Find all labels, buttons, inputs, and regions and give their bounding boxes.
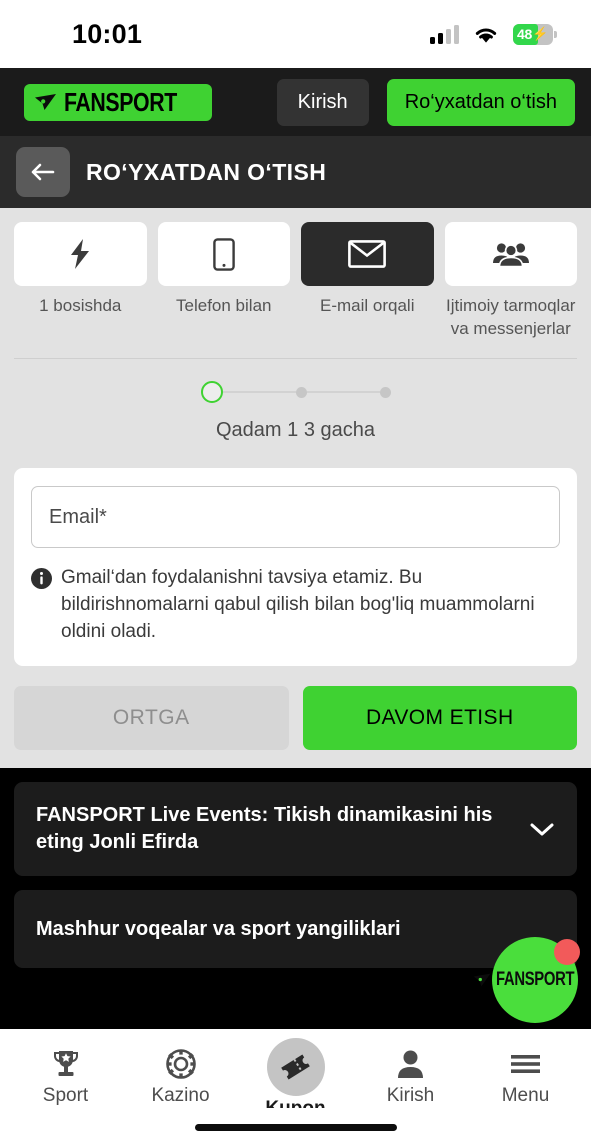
continue-button[interactable]: DAVOM ETISH — [302, 686, 577, 751]
nav-sport-icon-wrap — [51, 1047, 81, 1081]
stepper-track — [200, 381, 391, 404]
wifi-icon — [475, 28, 497, 43]
person-icon — [398, 1050, 423, 1078]
status-indicators: 48 ⚡ — [430, 23, 557, 45]
trophy-icon — [53, 1050, 78, 1076]
fansport-mark-icon — [35, 94, 56, 110]
back-step-button[interactable]: ORTGA — [14, 686, 289, 751]
fab-label: FANSPORT — [496, 969, 575, 990]
registration-form-card: Gmail‘dan foydalanishni tavsiya etamiz. … — [14, 468, 577, 667]
fab-notification-badge — [554, 939, 580, 965]
status-time: 10:01 — [72, 18, 143, 49]
tab-email-box — [301, 222, 434, 286]
registration-method-tabs: 1 bosishda Telefon bilan E-mail orqali I… — [0, 208, 591, 340]
stepper-step-2[interactable] — [295, 386, 307, 398]
battery-icon: 48 ⚡ — [513, 23, 557, 45]
login-button[interactable]: Kirish — [276, 78, 369, 126]
fansport-floating-button[interactable]: FANSPORT — [474, 937, 580, 1023]
stepper-caption: Qadam 1 3 gacha — [216, 419, 375, 442]
nav-item-kirish[interactable]: Kirish — [353, 1047, 468, 1107]
nav-item-sport[interactable]: Sport — [8, 1047, 123, 1107]
back-navigation-button[interactable] — [16, 147, 70, 197]
stepper-line-2 — [306, 391, 380, 394]
tab-one-click[interactable]: 1 bosishda — [14, 222, 147, 340]
bottom-navigation: Sport Kazino Kirish Menu — [0, 1029, 591, 1119]
page-title: RO‘YXATDAN O‘TISH — [86, 158, 327, 185]
tab-phone-box — [157, 222, 290, 286]
arrow-left-icon — [31, 163, 55, 181]
envelope-icon — [348, 240, 387, 268]
people-group-icon — [492, 243, 529, 268]
cellular-signal-icon — [430, 24, 459, 44]
nav-kazino-label: Kazino — [151, 1085, 210, 1106]
nav-kirish-label: Kirish — [386, 1085, 435, 1106]
tab-email[interactable]: E-mail orqali — [301, 222, 434, 340]
status-bar: 10:01 48 ⚡ — [0, 0, 591, 68]
info-icon — [31, 568, 52, 590]
tab-social-box — [444, 222, 577, 286]
phone-icon — [212, 237, 235, 271]
charging-bolt-icon: ⚡ — [531, 26, 549, 41]
casino-chip-icon — [165, 1049, 196, 1079]
register-button[interactable]: Ro‘yxatdan o‘tish — [386, 78, 575, 126]
form-actions: ORTGA DAVOM ETISH — [0, 666, 591, 751]
stepper-step-1[interactable] — [200, 381, 223, 404]
lightning-bolt-icon — [71, 239, 90, 269]
hamburger-menu-icon — [511, 1055, 540, 1073]
fansport-mark-icon — [474, 973, 491, 987]
fab-content: FANSPORT — [473, 969, 591, 991]
email-hint: Gmail‘dan foydalanishni tavsiya etamiz. … — [31, 565, 560, 646]
email-hint-text: Gmail‘dan foydalanishni tavsiya etamiz. … — [61, 567, 535, 643]
fansport-logo[interactable]: FANSPORT — [24, 83, 212, 121]
nav-sport-label: Sport — [42, 1085, 89, 1106]
tab-social[interactable]: Ijtimoiy tarmoqlar va messenjerlar — [444, 222, 577, 340]
nav-kazino-icon-wrap — [165, 1047, 196, 1081]
email-input[interactable] — [31, 486, 560, 549]
tab-one-click-box — [14, 222, 147, 286]
accordion-news-title: Mashhur voqealar va sport yangiliklari — [36, 917, 401, 940]
home-indicator-area — [0, 1108, 591, 1147]
nav-item-menu[interactable]: Menu — [468, 1047, 583, 1107]
accordion-news[interactable]: Mashhur voqealar va sport yangiliklari — [14, 890, 577, 969]
stepper-step-3[interactable] — [379, 386, 391, 398]
phone-screen: 10:01 48 ⚡ FANSPORT Kirish Ro‘yxatdan o‘… — [0, 0, 591, 1147]
tab-phone[interactable]: Telefon bilan — [157, 222, 290, 340]
accordion-live-events[interactable]: FANSPORT Live Events: Tikish dinamikasin… — [14, 782, 577, 877]
stepper-line-1 — [222, 391, 296, 394]
nav-item-kazino[interactable]: Kazino — [123, 1047, 238, 1107]
tab-email-label: E-mail orqali — [320, 296, 415, 315]
tab-social-label: Ijtimoiy tarmoqlar va messenjerlar — [446, 296, 576, 338]
nav-kupon-icon-wrap — [266, 1038, 325, 1096]
chevron-down-icon — [530, 823, 554, 836]
home-indicator[interactable] — [194, 1124, 397, 1131]
battery-percent-label: 48 — [517, 26, 532, 42]
page-title-bar: RO‘YXATDAN O‘TISH — [0, 136, 591, 208]
tab-phone-label: Telefon bilan — [176, 296, 272, 315]
tab-one-click-label: 1 bosishda — [39, 296, 122, 315]
promo-section: FANSPORT Live Events: Tikish dinamikasin… — [0, 768, 591, 1029]
nav-menu-icon-wrap — [510, 1047, 541, 1081]
nav-menu-label: Menu — [501, 1085, 550, 1106]
ticket-icon — [281, 1054, 310, 1080]
nav-kirish-icon-wrap — [397, 1047, 424, 1081]
accordion-live-events-title: FANSPORT Live Events: Tikish dinamikasin… — [36, 804, 493, 854]
registration-stepper: Qadam 1 3 gacha — [0, 359, 591, 442]
app-header: FANSPORT Kirish Ro‘yxatdan o‘tish — [0, 68, 591, 136]
logo-text: FANSPORT — [64, 86, 177, 117]
main-content: 1 bosishda Telefon bilan E-mail orqali I… — [0, 208, 591, 1029]
